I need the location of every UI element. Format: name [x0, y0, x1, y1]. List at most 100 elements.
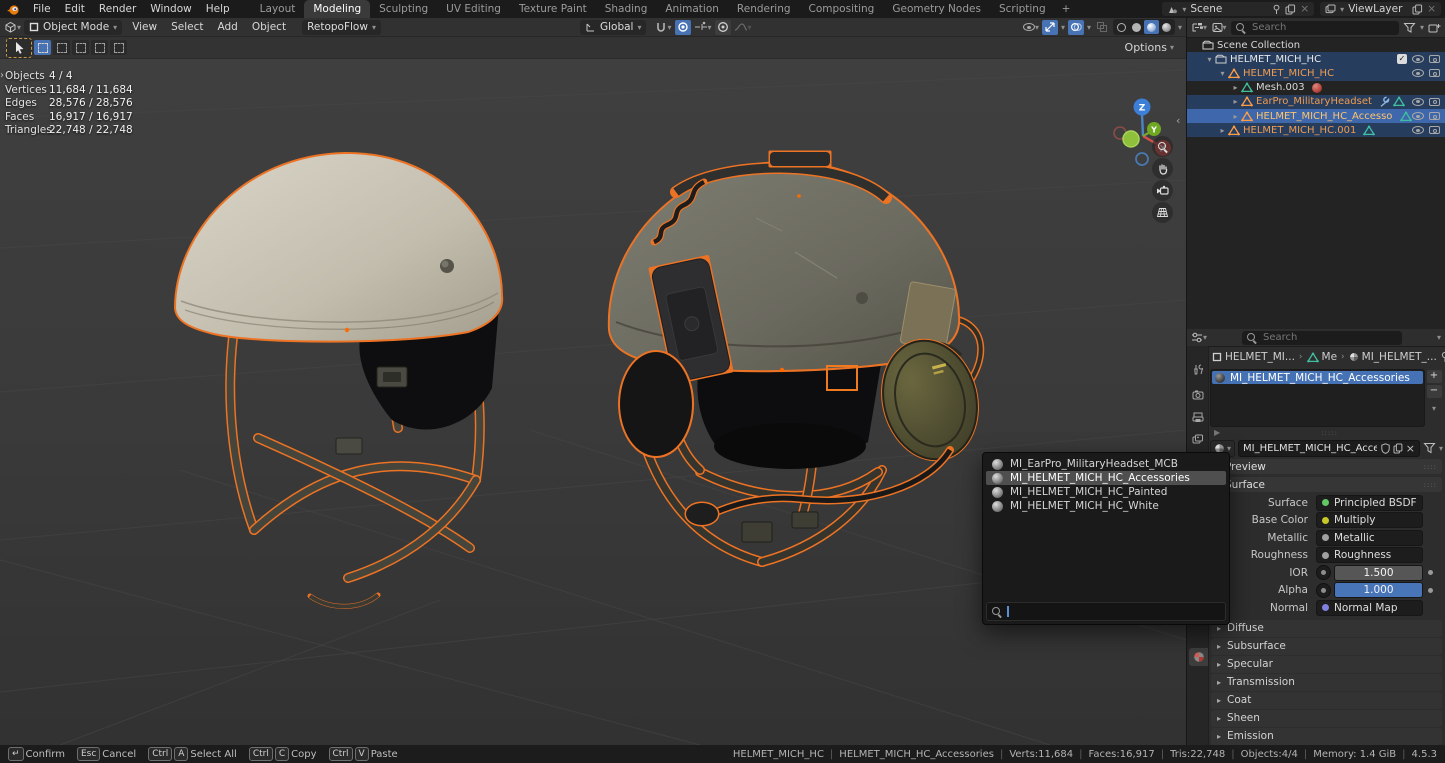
camera-icon[interactable] [1429, 97, 1440, 106]
eye-icon[interactable] [1412, 126, 1424, 135]
properties-editor-type[interactable]: ▾ [1191, 330, 1207, 345]
select-mode-subtract-button[interactable] [72, 40, 89, 55]
property-field[interactable]: Normal Map [1316, 599, 1423, 616]
add-slot-button[interactable]: + [1426, 370, 1442, 383]
unlink-icon[interactable]: × [1406, 442, 1415, 455]
snap-toggle-button[interactable] [674, 19, 691, 35]
camera-icon[interactable] [1429, 69, 1440, 78]
funnel-dropdown[interactable]: ▾ [1439, 444, 1443, 453]
workspace-tab-layout[interactable]: Layout [251, 0, 305, 18]
shading-solid-button[interactable] [1129, 20, 1144, 34]
panel-emission-header[interactable]: ▸ Emission [1211, 727, 1442, 745]
workspace-tab-scripting[interactable]: Scripting [990, 0, 1055, 18]
expander-icon[interactable]: ▸ [1230, 83, 1241, 92]
select-mode-set-button[interactable] [34, 40, 51, 55]
expander-icon[interactable]: ▾ [1217, 69, 1228, 78]
tab-material[interactable] [1189, 648, 1208, 666]
outliner-filter-type[interactable]: ▾ [1211, 20, 1227, 35]
panel-drag-grip[interactable]: :::: [1424, 463, 1437, 471]
fake-user-shield-icon[interactable] [1381, 442, 1390, 454]
panel-sheen-header[interactable]: ▸ Sheen [1211, 709, 1442, 727]
mode-selector[interactable]: Object Mode ▾ [24, 19, 123, 35]
outliner-row[interactable]: ▸ HELMET_MICH_HC_Accessories [1187, 108, 1445, 124]
properties-search[interactable] [1242, 330, 1402, 345]
panel-specular-header[interactable]: ▸ Specular [1211, 655, 1442, 673]
shading-material-button[interactable] [1143, 20, 1159, 34]
gizmos-dropdown[interactable]: ▾ [1061, 23, 1065, 32]
list-resize-grip[interactable]: ::::: [1220, 429, 1439, 437]
popup-search-box[interactable] [986, 602, 1226, 621]
expander-icon[interactable]: ▸ [1230, 97, 1241, 106]
property-field[interactable]: Metallic [1316, 529, 1423, 546]
property-field[interactable]: Multiply [1316, 512, 1423, 529]
material-option[interactable]: MI_HELMET_MICH_HC_Accessories [986, 471, 1226, 485]
workspace-tab-animation[interactable]: Animation [656, 0, 728, 18]
menu-file[interactable]: File [26, 3, 58, 15]
viewport-menu-view[interactable]: View [125, 21, 164, 33]
outliner-row[interactable]: ▸ HELMET_MICH_HC.001 [1187, 123, 1445, 138]
material-slot-item[interactable]: MI_HELMET_MICH_HC_Accessories [1212, 371, 1423, 384]
new-collection-button[interactable] [1428, 22, 1441, 34]
viewport-menu-select[interactable]: Select [164, 21, 210, 33]
snap-target-button[interactable]: ▾ [655, 20, 672, 35]
select-mode-extend-button[interactable] [53, 40, 70, 55]
select-mode-invert-button[interactable] [91, 40, 108, 55]
outliner-row[interactable]: Scene Collection [1187, 38, 1445, 52]
menu-window[interactable]: Window [143, 3, 198, 15]
material-option[interactable]: MI_EarPro_MilitaryHeadset_MCB [986, 457, 1226, 471]
proportional-editing-button[interactable] [714, 19, 731, 35]
viewport-menu-add[interactable]: Add [211, 21, 245, 33]
workspace-tab-uv-editing[interactable]: UV Editing [437, 0, 510, 18]
overlays-toggle[interactable] [1067, 19, 1084, 35]
socket-button[interactable] [1316, 582, 1331, 598]
pan-hand-button[interactable] [1152, 158, 1173, 179]
material-option[interactable]: MI_HELMET_MICH_HC_Painted [986, 485, 1226, 499]
workspace-tab-shading[interactable]: Shading [596, 0, 657, 18]
proportional-falloff-button[interactable]: ▾ [734, 20, 752, 35]
material-name-field[interactable]: MI_HELMET_MICH_HC_Accessori... × [1238, 439, 1420, 457]
camera-icon[interactable] [1429, 112, 1440, 121]
expander-icon[interactable]: ▾ [1204, 55, 1215, 64]
menu-render[interactable]: Render [92, 3, 143, 15]
eye-icon[interactable] [1412, 112, 1424, 121]
snap-with-button[interactable]: ▾ [694, 20, 712, 35]
tool-options-dropdown[interactable]: Options ▾ [1125, 41, 1174, 54]
shading-wireframe-button[interactable] [1114, 20, 1129, 34]
outliner-search[interactable] [1231, 20, 1399, 35]
material-filter-funnel-icon[interactable] [1423, 442, 1436, 454]
property-field[interactable]: Roughness [1316, 547, 1423, 564]
tab-render[interactable] [1189, 386, 1207, 404]
eye-icon[interactable] [1412, 69, 1424, 78]
select-mode-intersect-button[interactable] [110, 40, 127, 55]
panel-subsurface-header[interactable]: ▸ Subsurface [1211, 637, 1442, 655]
eye-icon[interactable] [1412, 97, 1424, 106]
filter-funnel-icon[interactable] [1403, 22, 1416, 33]
retopoflow-menu[interactable]: RetopoFlow ▾ [302, 19, 381, 35]
copy-icon[interactable] [1285, 4, 1296, 15]
outliner-search-input[interactable] [1250, 21, 1394, 34]
overlays-dropdown[interactable]: ▾ [1087, 23, 1091, 32]
menu-help[interactable]: Help [199, 3, 237, 15]
add-workspace-button[interactable]: + [1055, 3, 1078, 15]
checkbox-icon[interactable]: ✓ [1397, 54, 1407, 65]
slot-specials-dropdown[interactable]: ▾ [1432, 404, 1436, 413]
breadcrumb-material[interactable]: MI_HELMET_... [1349, 351, 1437, 363]
xray-toggle[interactable] [1094, 20, 1110, 35]
property-slider[interactable]: 1.000 [1334, 582, 1423, 599]
copy-icon[interactable] [1412, 4, 1423, 15]
remove-slot-button[interactable]: − [1426, 385, 1442, 398]
pin-icon[interactable] [1440, 351, 1445, 363]
eye-icon[interactable] [1412, 55, 1424, 64]
workspace-tab-compositing[interactable]: Compositing [800, 0, 884, 18]
tab-tool[interactable] [1189, 360, 1207, 378]
shading-rendered-button[interactable] [1159, 20, 1174, 34]
popup-search-input[interactable] [1014, 604, 1220, 619]
breadcrumb-object[interactable]: HELMET_MI... [1212, 351, 1295, 363]
workspace-tab-geometry-nodes[interactable]: Geometry Nodes [883, 0, 990, 18]
select-box-tool-button[interactable] [6, 37, 32, 58]
outliner-row[interactable]: ▸ Mesh.003 [1187, 81, 1445, 95]
pin-icon[interactable] [1272, 4, 1281, 15]
panel-transmission-header[interactable]: ▸ Transmission [1211, 673, 1442, 691]
panel-preview-header[interactable]: ▾ Preview :::: [1211, 459, 1442, 474]
expander-icon[interactable]: ▸ [1230, 112, 1241, 121]
